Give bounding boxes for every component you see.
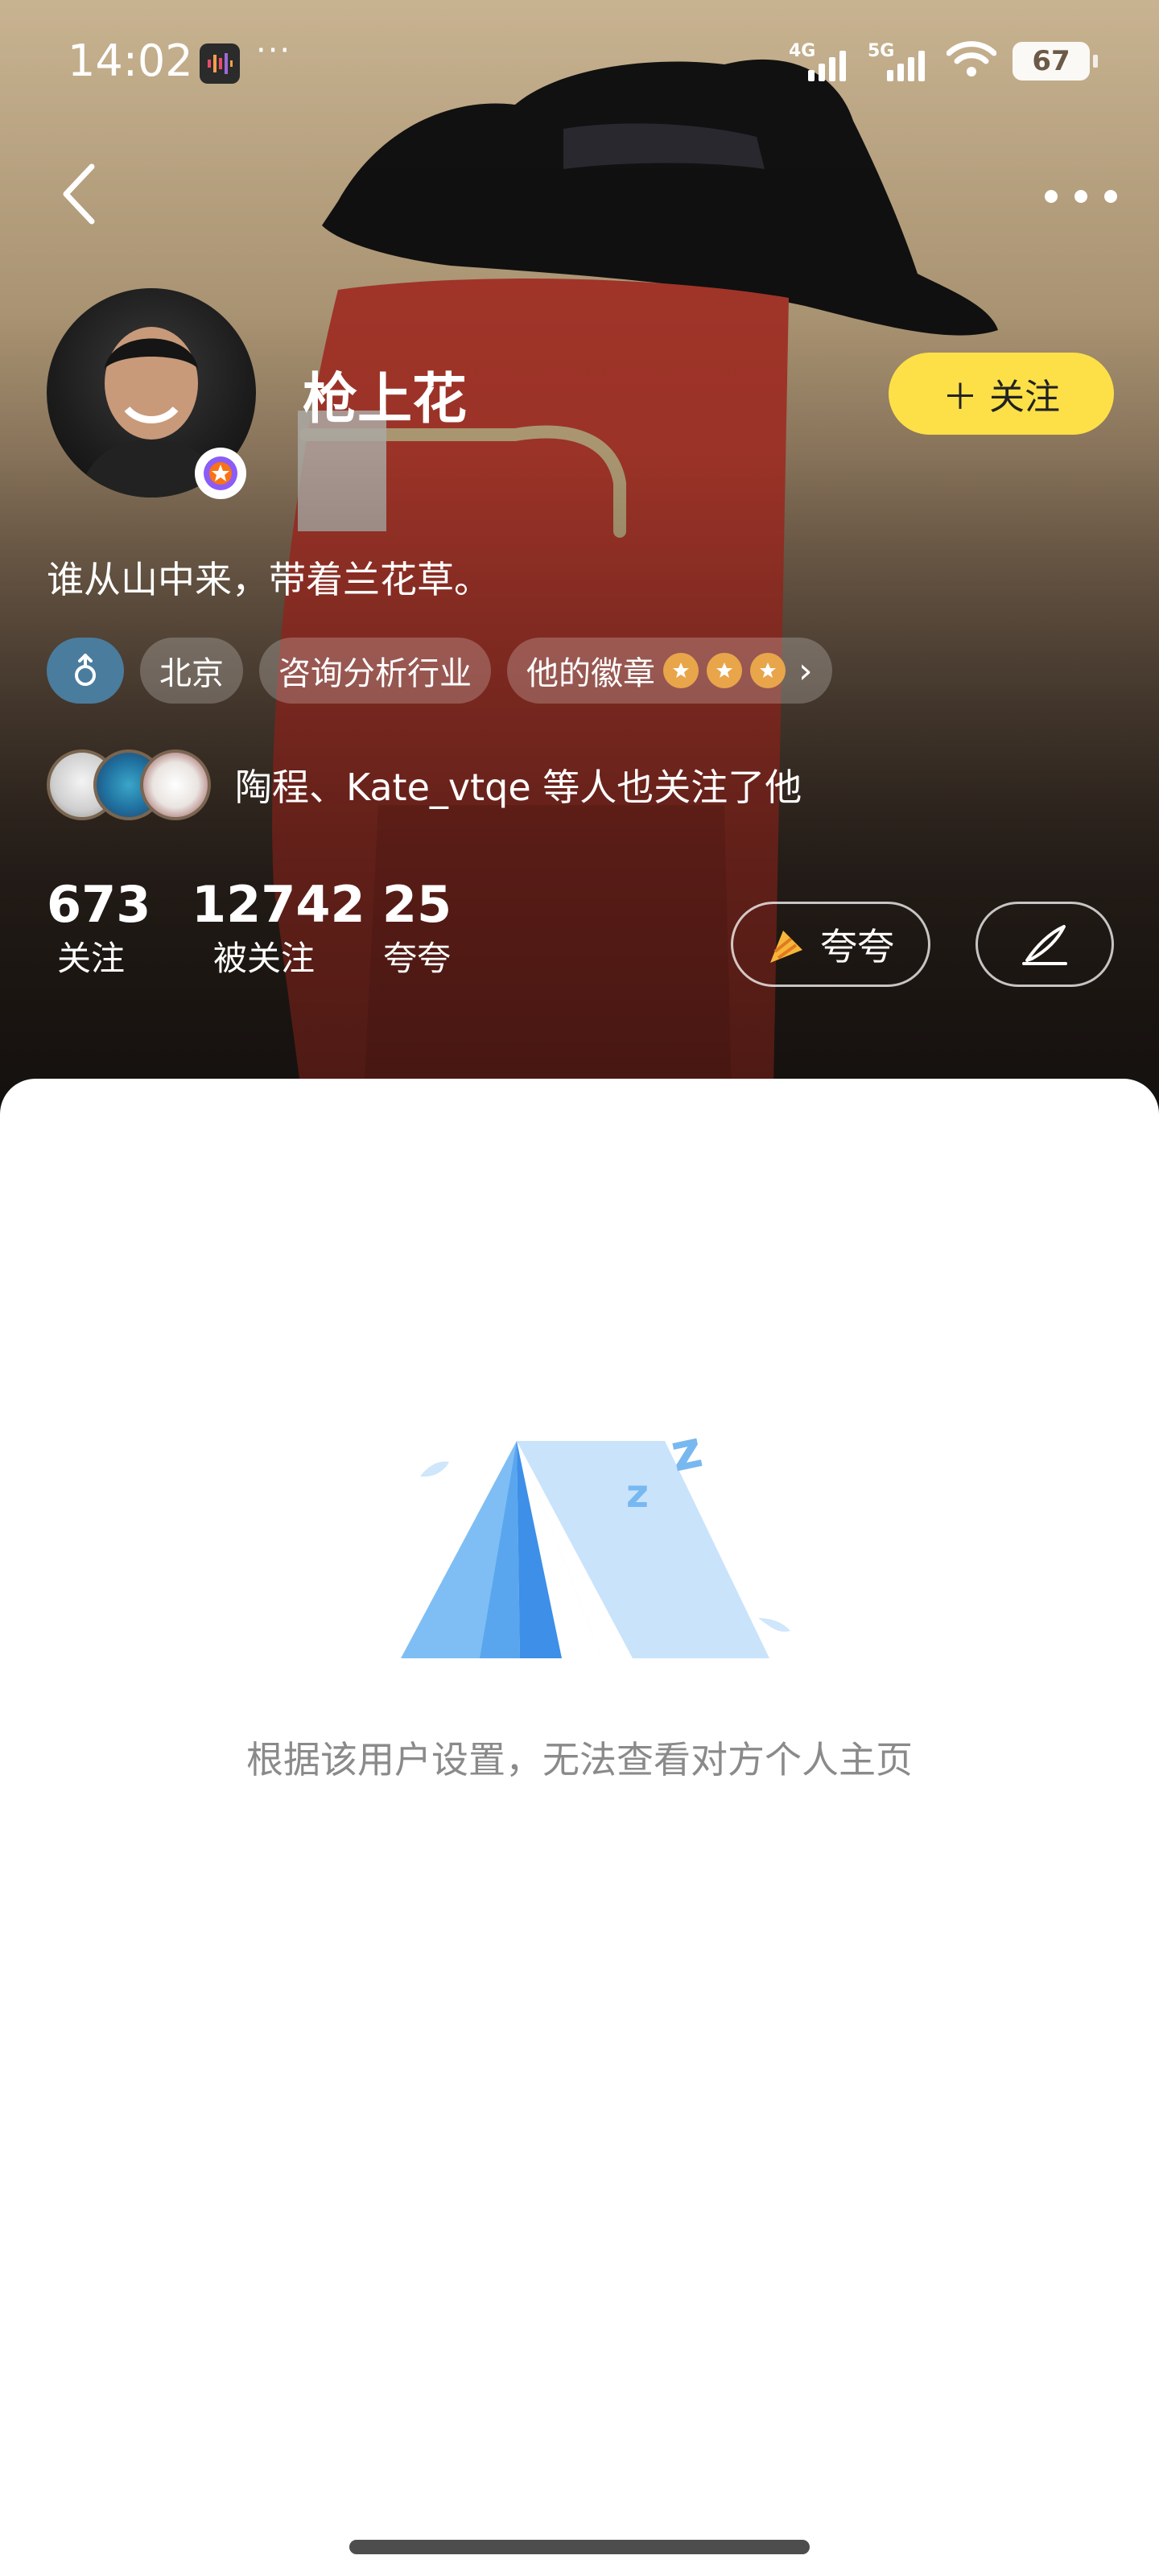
stat-label: 夸夸 (382, 939, 451, 978)
app-notification-icon (200, 43, 240, 84)
mutual-followers-text: 陶程、Kate_vtqe 等人也关注了他 (235, 766, 802, 809)
profile-name: 枪上花 (303, 368, 468, 431)
stat-label: 关注 (56, 939, 125, 978)
kuakua-button[interactable]: 夸夸 (731, 902, 930, 987)
home-indicator[interactable] (349, 2540, 810, 2554)
empty-message: 根据该用户设置，无法查看对方个人主页 (246, 1738, 913, 1781)
tent-sleeping-icon: z z (401, 1419, 790, 1658)
badges-tag[interactable]: 他的徽章 › (507, 638, 832, 704)
badges-label: 他的徽章 (526, 655, 655, 692)
quill-pen-icon (1022, 925, 1067, 965)
stat-label: 被关注 (212, 939, 315, 978)
profile-bio: 谁从山中来，带着兰花草。 (47, 558, 491, 601)
status-bar: 14:02 ··· 4G 5G 67 (0, 0, 1159, 121)
chevron-right-icon: › (798, 650, 813, 691)
party-horn-icon (770, 931, 802, 963)
mutual-followers[interactable]: 陶程、Kate_vtqe 等人也关注了他 (47, 749, 802, 821)
profile-content: z z 根据该用户设置，无法查看对方个人主页 (0, 1079, 1159, 2576)
stat-following[interactable]: 673 关注 (47, 874, 151, 982)
stat-value: 12742 (192, 875, 365, 934)
profile-stats: 673 关注 12742 被关注 25 夸夸 (47, 874, 457, 982)
status-more-icon: ··· (256, 32, 292, 69)
stat-value: 25 (382, 875, 452, 934)
stat-kuakua[interactable]: 25 夸夸 (377, 874, 457, 982)
stat-followers[interactable]: 12742 被关注 (192, 874, 365, 982)
signal-icon: 4G (789, 41, 852, 81)
mutual-avatar (140, 749, 211, 820)
city-tag: 北京 (140, 638, 243, 704)
status-time: 14:02 (68, 35, 193, 86)
medal-icon (750, 653, 786, 688)
signal-icon-2: 5G (868, 41, 930, 81)
sign-button[interactable] (975, 902, 1114, 987)
verified-badge-icon (195, 448, 246, 499)
medal-icon (707, 653, 742, 688)
medal-icon (663, 653, 699, 688)
battery-icon: 67 (1013, 42, 1098, 80)
more-options-button[interactable] (1045, 172, 1117, 221)
back-button[interactable] (50, 158, 106, 230)
industry-tag: 咨询分析行业 (259, 638, 491, 704)
svg-text:z: z (626, 1472, 649, 1517)
profile-tags: 北京 咨询分析行业 他的徽章 › (47, 638, 832, 704)
wifi-icon (946, 41, 997, 81)
gender-tag (47, 638, 124, 704)
more-dots-icon (1045, 190, 1058, 203)
chevron-left-icon (63, 163, 95, 225)
male-icon (75, 654, 96, 686)
stat-value: 673 (47, 875, 151, 934)
follow-button[interactable]: ＋ 关注 (889, 353, 1114, 435)
kuakua-label: 夸夸 (820, 925, 894, 968)
